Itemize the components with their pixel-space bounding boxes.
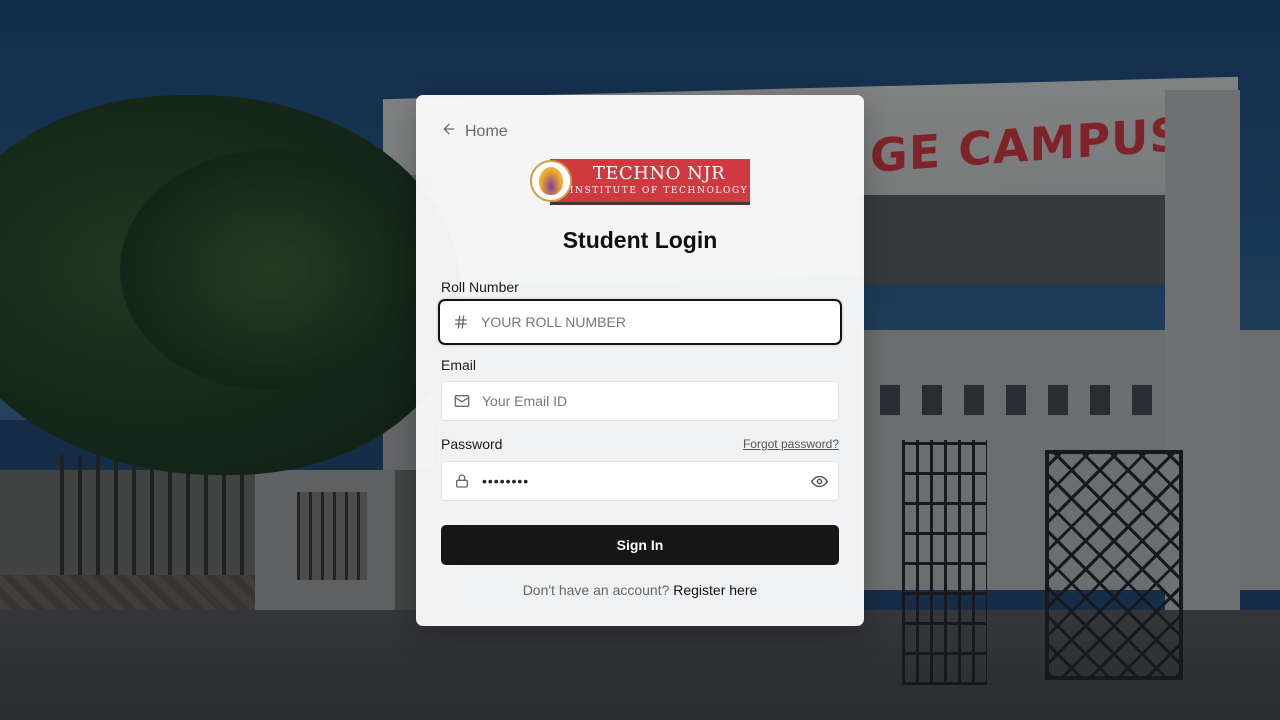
arrow-left-icon (441, 121, 457, 142)
register-link[interactable]: Register here (673, 582, 757, 598)
email-input[interactable] (482, 382, 838, 420)
email-label: Email (441, 357, 477, 373)
email-field[interactable] (441, 381, 839, 421)
mail-icon (454, 393, 470, 409)
lock-icon (454, 473, 470, 489)
roll-number-input[interactable] (481, 301, 840, 343)
roll-number-label: Roll Number (441, 279, 519, 295)
logo-banner: TECHNO NJR INSTITUTE OF TECHNOLOGY (550, 159, 750, 205)
hash-icon (453, 314, 469, 330)
register-prompt: Don't have an account? Register here (416, 582, 864, 598)
forgot-password-link[interactable]: Forgot password? (743, 437, 839, 451)
register-prompt-text: Don't have an account? (522, 582, 670, 598)
page-title: Student Login (562, 227, 718, 253)
password-label: Password (441, 436, 503, 452)
logo-title: TECHNO NJR (592, 163, 726, 184)
password-field[interactable] (441, 461, 839, 501)
eye-icon[interactable] (810, 472, 828, 490)
roll-number-field[interactable] (438, 299, 842, 345)
password-input[interactable] (482, 462, 810, 500)
sign-in-button[interactable]: Sign In (441, 525, 839, 565)
login-card: Home TECHNO NJR INSTITUTE OF TECHNOLOGY … (416, 95, 864, 626)
home-link[interactable]: Home (441, 121, 508, 142)
institute-logo: TECHNO NJR INSTITUTE OF TECHNOLOGY (530, 158, 751, 210)
home-label: Home (465, 122, 508, 140)
institute-seal-icon (530, 160, 572, 202)
logo-subtitle: INSTITUTE OF TECHNOLOGY (569, 186, 749, 196)
